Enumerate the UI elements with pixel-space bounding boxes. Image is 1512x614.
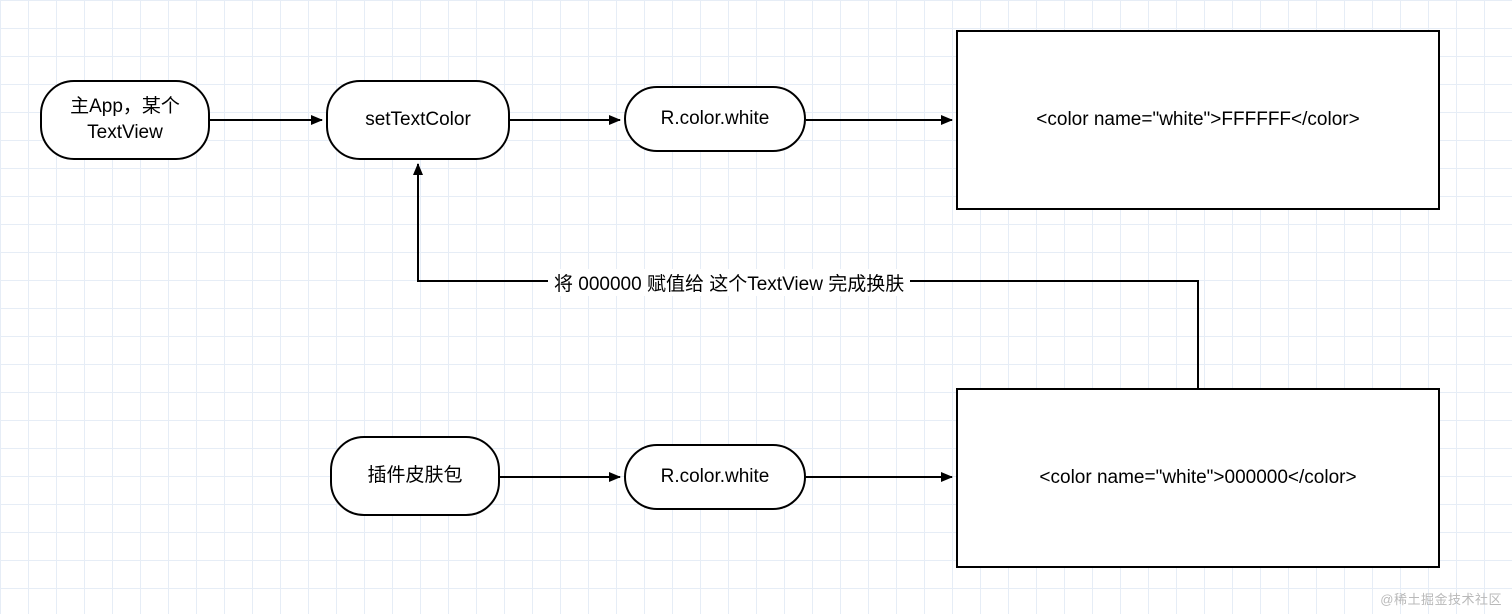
arrow-annotation: 将 000000 赋值给 这个TextView 完成换肤	[548, 269, 910, 296]
node-xml-color-white: <color name="white">FFFFFF</color>	[956, 30, 1440, 210]
node-xml-color-black: <color name="white">000000</color>	[956, 388, 1440, 568]
node-main-app: 主App，某个 TextView	[40, 80, 210, 160]
watermark: @稀土掘金技术社区	[1380, 589, 1502, 608]
node-set-text-color: setTextColor	[326, 80, 510, 160]
node-r-color-white-top: R.color.white	[624, 86, 806, 152]
diagram-canvas: 主App，某个 TextView setTextColor R.color.wh…	[0, 0, 1512, 614]
node-r-color-white-bottom: R.color.white	[624, 444, 806, 510]
node-plugin-skin-pack: 插件皮肤包	[330, 436, 500, 516]
